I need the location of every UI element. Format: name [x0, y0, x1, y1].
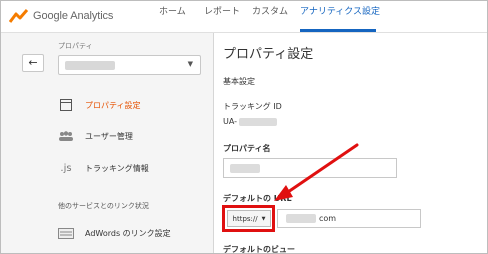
nav-home[interactable]: ホーム	[159, 1, 186, 33]
nav-reports[interactable]: レポート	[204, 1, 240, 33]
sidebar-item-tracking-info[interactable]: .js トラッキング情報	[57, 158, 149, 178]
sidebar-item-adwords[interactable]: AdWords のリンク設定	[57, 223, 171, 243]
sidebar-item-label: プロパティ設定	[85, 100, 141, 110]
js-icon: .js	[60, 162, 72, 174]
sidebar-item-label: AdWords のリンク設定	[85, 228, 171, 238]
highlight-box	[222, 205, 275, 232]
tracking-id-label: トラッキング ID	[223, 102, 282, 111]
screenshot-frame: Google Analytics ホーム レポート カスタム アナリティクス設定…	[0, 0, 488, 254]
nav-custom[interactable]: カスタム	[252, 1, 288, 33]
panel-divider	[213, 33, 214, 253]
top-nav: Google Analytics ホーム レポート カスタム アナリティクス設定	[1, 1, 487, 33]
default-url-input[interactable]: com	[277, 209, 421, 228]
property-name-redacted	[230, 164, 260, 173]
back-arrow-icon: ←	[28, 56, 38, 69]
tracking-id-redacted	[239, 117, 278, 126]
section-basic-settings: 基本設定	[223, 77, 255, 86]
default-url-label: デフォルトの URL	[223, 194, 292, 203]
adwords-icon	[57, 226, 75, 240]
url-redacted	[286, 214, 316, 223]
property-select[interactable]: ▼	[58, 55, 201, 75]
property-select-value-redacted	[65, 61, 115, 70]
logo-text: Google Analytics	[33, 10, 114, 22]
sidebar-item-user-management[interactable]: ユーザー管理	[57, 126, 133, 146]
property-name-input[interactable]	[223, 158, 397, 178]
analytics-logo-icon	[9, 9, 29, 23]
linked-services-header: 他のサービスとのリンク状況	[58, 202, 149, 210]
page-title: プロパティ設定	[223, 47, 314, 62]
property-icon	[57, 98, 75, 112]
active-tab-indicator	[300, 29, 376, 32]
logo[interactable]: Google Analytics	[9, 6, 113, 26]
property-label: プロパティ	[58, 42, 93, 50]
tracking-id-prefix: UA-	[223, 117, 238, 126]
sidebar-item-label: トラッキング情報	[85, 163, 149, 173]
default-view-label: デフォルトのビュー	[223, 245, 295, 254]
sidebar-item-label: ユーザー管理	[85, 131, 133, 141]
sidebar-item-property-settings[interactable]: プロパティ設定	[57, 95, 141, 115]
back-button[interactable]: ←	[22, 54, 44, 72]
users-icon	[57, 129, 75, 143]
chevron-down-icon: ▼	[187, 60, 193, 68]
tracking-id-value: UA-	[223, 117, 278, 126]
property-name-label: プロパティ名	[223, 144, 271, 153]
url-suffix: com	[319, 214, 337, 223]
